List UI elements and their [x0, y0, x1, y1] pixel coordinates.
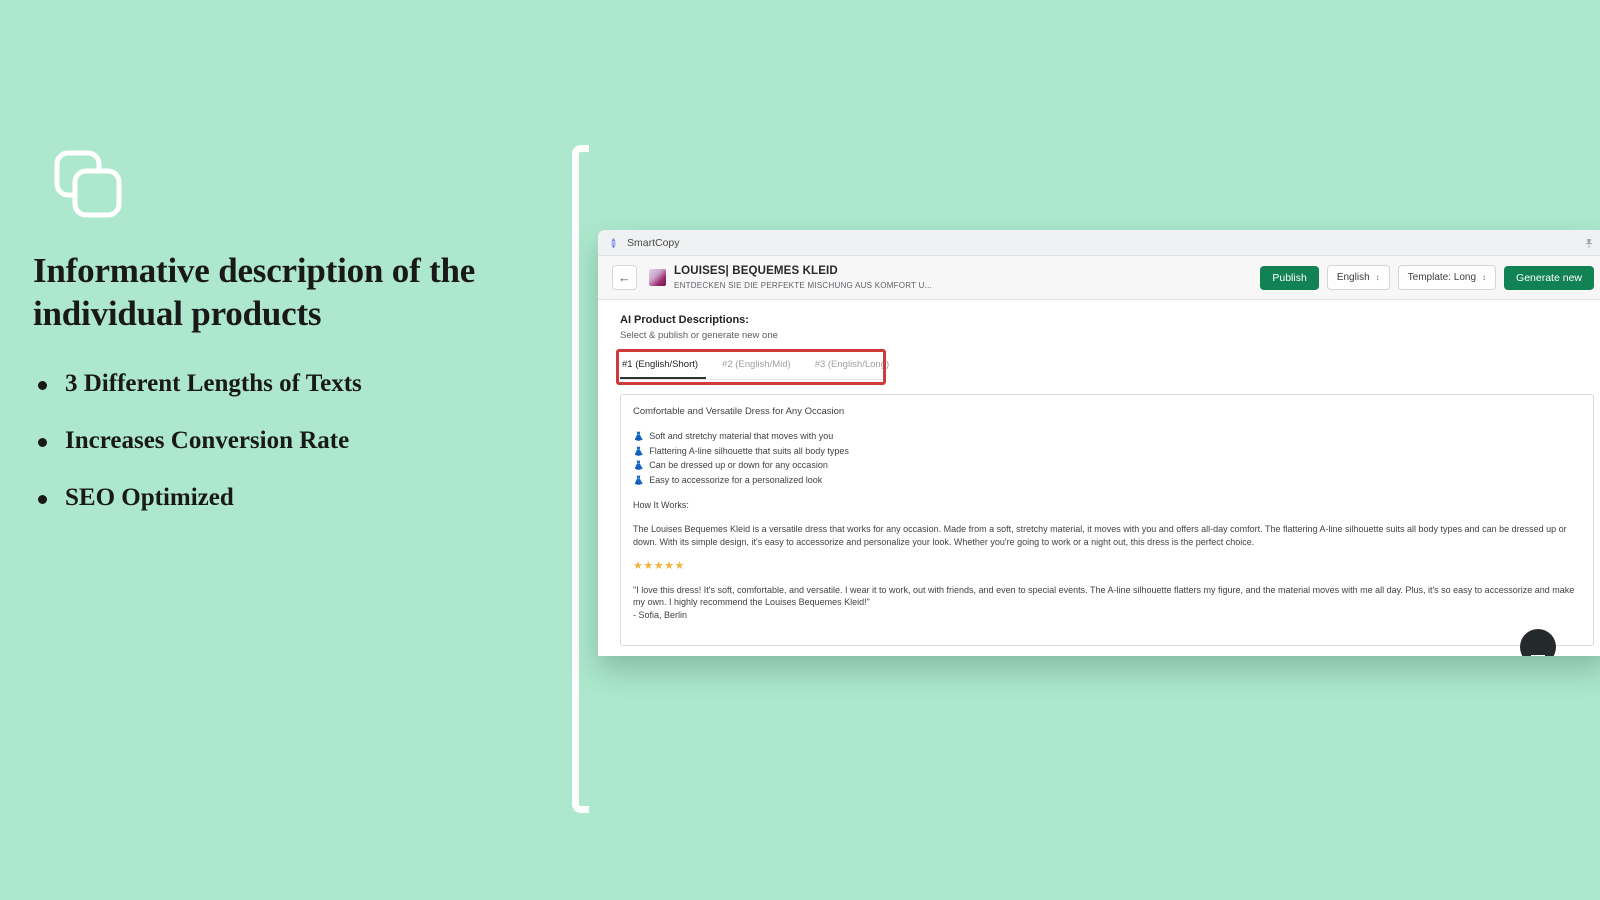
- tab-variant-2[interactable]: #2 (English/Mid): [720, 354, 799, 379]
- list-item: 👗 Can be dressed up or down for any occa…: [633, 459, 1581, 471]
- list-item-label: Soft and stretchy material that moves wi…: [649, 431, 834, 441]
- language-select-value: English: [1336, 272, 1370, 283]
- section-heading-block: AI Product Descriptions: Select & publis…: [598, 300, 1600, 341]
- app-header-toolbar: ← LOUISES| BEQUEMES KLEID ENTDECKEN SIE …: [598, 256, 1600, 300]
- arrow-left-icon: ←: [618, 270, 631, 285]
- chevron-updown-icon: ↕: [1375, 272, 1380, 282]
- list-item: 3 Different Lengths of Texts: [33, 370, 513, 398]
- section-title: AI Product Descriptions:: [620, 314, 749, 326]
- testimonial-author: - Sofia, Berlin: [633, 610, 688, 621]
- product-info: LOUISES| BEQUEMES KLEID ENTDECKEN SIE DI…: [649, 265, 1260, 290]
- list-item-label: Flattering A-line silhouette that suits …: [649, 445, 849, 456]
- testimonial-text: "I love this dress! It's soft, comfortab…: [633, 584, 1575, 608]
- page-title: Informative description of the individua…: [33, 251, 476, 333]
- feature-bullet-list: 3 Different Lengths of Texts Increases C…: [33, 370, 513, 541]
- description-feature-list: 👗 Soft and stretchy material that moves …: [633, 430, 1581, 486]
- dress-icon: 👗: [633, 460, 645, 471]
- product-thumbnail: [649, 268, 666, 286]
- template-select[interactable]: Template: Long ↕: [1397, 265, 1497, 290]
- generate-new-button[interactable]: Generate new: [1504, 265, 1594, 290]
- chevron-updown-icon: ↕: [1482, 272, 1487, 282]
- rating-stars: ★★★★★: [633, 559, 685, 572]
- list-item: 👗 Easy to accessorize for a personalized…: [633, 474, 1581, 486]
- bracket-stem: [572, 153, 579, 805]
- product-title: LOUISES| BEQUEMES KLEID: [674, 264, 838, 277]
- list-item-label: Easy to accessorize for a personalized l…: [649, 474, 823, 485]
- browser-tab-label[interactable]: SmartCopy: [627, 237, 680, 249]
- publish-button[interactable]: Publish: [1260, 265, 1319, 290]
- description-body: The Louises Bequemes Kleid is a versatil…: [633, 524, 1567, 547]
- pin-icon[interactable]: [1584, 237, 1594, 249]
- tab-variant-1[interactable]: #1 (English/Short): [620, 354, 707, 379]
- list-item: SEO Optimized: [33, 484, 513, 512]
- back-button[interactable]: ←: [612, 265, 637, 290]
- decorative-bracket: [572, 145, 594, 813]
- description-title: Comfortable and Versatile Dress for Any …: [633, 406, 845, 417]
- how-it-works-heading: How It Works:: [633, 500, 689, 511]
- template-select-value: Template: Long: [1407, 272, 1477, 283]
- copy-stack-icon: [52, 148, 124, 220]
- tab-variant-3[interactable]: #3 (English/Long): [813, 354, 897, 379]
- list-item: 👗 Flattering A-line silhouette that suit…: [633, 445, 1581, 457]
- language-select[interactable]: English ↕: [1326, 265, 1390, 290]
- product-subtitle: ENTDECKEN SIE DIE PERFEKTE MISCHUNG AUS …: [674, 280, 933, 290]
- dress-icon: 👗: [633, 431, 645, 441]
- description-content-card[interactable]: Comfortable and Versatile Dress for Any …: [620, 394, 1594, 646]
- smartcopy-favicon-icon: [608, 237, 619, 248]
- list-item: 👗 Soft and stretchy material that moves …: [633, 430, 1581, 442]
- dress-icon: 👗: [633, 445, 645, 456]
- list-item: Increases Conversion Rate: [33, 427, 513, 455]
- dress-icon: 👗: [633, 474, 645, 485]
- variant-tabs-wrap: #1 (English/Short) #2 (English/Mid) #3 (…: [616, 349, 889, 385]
- browser-window: SmartCopy ← LOUISES| BEQUEMES KLEID ENTD…: [598, 230, 1600, 656]
- variant-tabs: #1 (English/Short) #2 (English/Mid) #3 (…: [620, 354, 889, 380]
- left-marketing-panel: Informative description of the individua…: [0, 0, 560, 900]
- header-actions: Publish English ↕ Template: Long ↕ Gener…: [1260, 265, 1594, 290]
- section-subtitle: Select & publish or generate new one: [620, 330, 778, 341]
- bracket-bottom-hook: [572, 797, 589, 813]
- list-item-label: Can be dressed up or down for any occasi…: [649, 460, 828, 471]
- browser-tabbar: SmartCopy: [598, 230, 1600, 256]
